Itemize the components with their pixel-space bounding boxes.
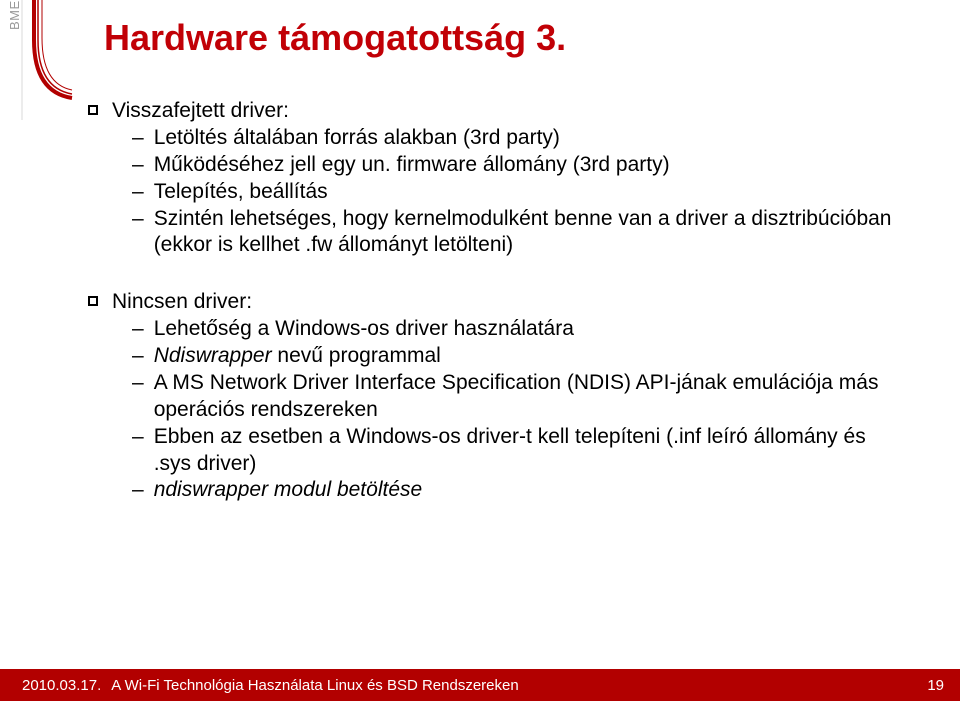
list-item: –Működéséhez jell egy un. firmware állom… (132, 152, 908, 179)
logo-icon (10, 0, 74, 120)
left-rail: BME (0, 0, 74, 660)
section-2: Nincsen driver: –Lehetőség a Windows-os … (88, 289, 908, 504)
bullet-square-icon (88, 296, 98, 306)
footer-title: A Wi-Fi Technológia Használata Linux és … (111, 677, 518, 694)
list-item: –ndiswrapper modul betöltése (132, 477, 908, 504)
section-1: Visszafejtett driver: –Letöltés általába… (88, 98, 908, 259)
list-item: –Lehetőség a Windows-os driver használat… (132, 316, 908, 343)
footer-bar: 2010.03.17. A Wi-Fi Technológia Használa… (0, 669, 960, 701)
list-item: –Ndiswrapper nevű programmal (132, 343, 908, 370)
list-item: –A MS Network Driver Interface Specifica… (132, 370, 908, 424)
footer-date: 2010.03.17. (22, 677, 101, 694)
section-head: Nincsen driver: (112, 289, 908, 316)
list-item: –Telepítés, beállítás (132, 179, 908, 206)
slide-content: Visszafejtett driver: –Letöltés általába… (88, 98, 908, 510)
list-item: –Letöltés általában forrás alakban (3rd … (132, 125, 908, 152)
list-item: –Ebben az esetben a Windows-os driver-t … (132, 424, 908, 478)
footer-page-number: 19 (927, 677, 944, 694)
page-title: Hardware támogatottság 3. (104, 17, 566, 59)
bullet-square-icon (88, 105, 98, 115)
list-item: –Szintén lehetséges, hogy kernelmodulkén… (132, 206, 908, 260)
section-head: Visszafejtett driver: (112, 98, 908, 125)
